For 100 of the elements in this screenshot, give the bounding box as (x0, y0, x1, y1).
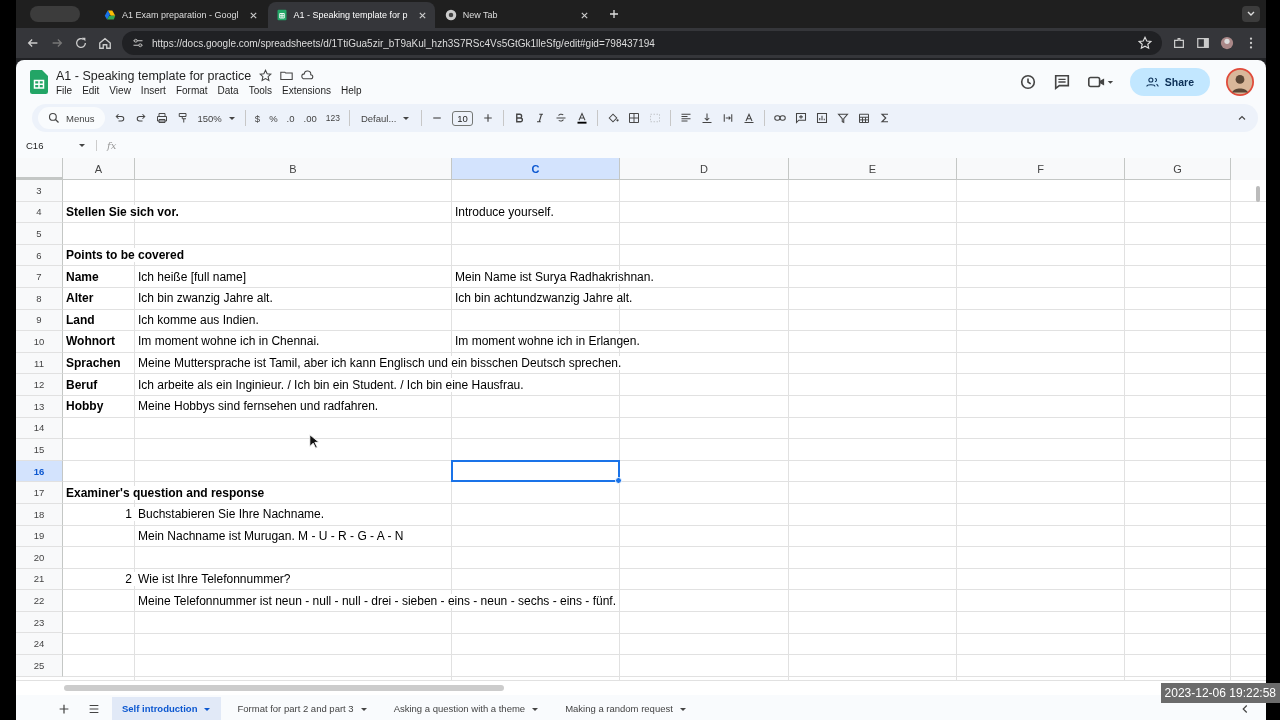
row-header[interactable]: 15 (16, 439, 63, 461)
vertical-align-icon[interactable] (700, 112, 713, 124)
reload-icon[interactable] (74, 36, 88, 50)
avatar[interactable] (1226, 68, 1254, 96)
font-size-field[interactable]: 10 (452, 110, 473, 126)
profile-icon[interactable] (1220, 36, 1234, 50)
name-box[interactable]: C16 (26, 139, 97, 151)
sheet-tab[interactable]: Making a random request (555, 696, 697, 720)
row-header[interactable]: 14 (16, 417, 63, 440)
close-icon[interactable] (417, 10, 427, 20)
text-color-icon[interactable] (575, 112, 588, 124)
menu-item[interactable]: Edit (82, 84, 100, 96)
folder-icon[interactable] (280, 69, 294, 82)
selected-cell[interactable] (451, 459, 620, 483)
row-header[interactable]: 22 (16, 590, 63, 612)
column-header[interactable]: G (1125, 158, 1231, 180)
percent-button[interactable]: % (269, 112, 278, 124)
column-header[interactable]: E (789, 158, 957, 180)
column-header[interactable]: A (63, 158, 135, 180)
insert-comment-icon[interactable] (794, 112, 807, 124)
home-icon[interactable] (98, 36, 112, 50)
chart-icon[interactable] (815, 112, 828, 124)
bookmark-star-icon[interactable] (1138, 36, 1152, 50)
row-header[interactable]: 5 (16, 223, 63, 245)
row-header[interactable]: 7 (16, 266, 63, 288)
menu-item[interactable]: Format (175, 84, 208, 96)
redo-icon[interactable] (134, 112, 147, 124)
font-dropdown[interactable]: Defaul... (360, 112, 411, 124)
print-icon[interactable] (155, 112, 168, 124)
row-header[interactable]: 25 (16, 655, 63, 677)
sheet-tab[interactable]: Asking a question with a theme (383, 696, 550, 720)
row-header[interactable]: 16 (16, 460, 63, 483)
site-settings-icon[interactable] (132, 37, 144, 49)
column-header[interactable]: F (957, 158, 1125, 180)
row-header[interactable]: 11 (16, 352, 63, 375)
column-header[interactable]: B (135, 158, 452, 180)
close-icon[interactable] (579, 10, 589, 20)
undo-icon[interactable] (113, 112, 126, 124)
fill-color-icon[interactable] (606, 112, 619, 124)
text-wrap-icon[interactable] (721, 112, 734, 124)
row-header[interactable]: 19 (16, 525, 63, 548)
document-title[interactable]: A1 - Speaking template for practice (56, 68, 252, 83)
number-format-button[interactable]: 123 (325, 113, 340, 123)
row-header[interactable]: 21 (16, 568, 63, 591)
browser-tab[interactable]: A1 Exam preparation - Googl (96, 2, 266, 28)
currency-button[interactable]: $ (254, 112, 261, 124)
sheet-tab[interactable]: Self introduction (112, 696, 222, 720)
menu-item[interactable]: Tools (248, 84, 273, 96)
row-header[interactable]: 20 (16, 547, 63, 569)
close-icon[interactable] (248, 10, 258, 20)
row-header[interactable]: 4 (16, 201, 63, 224)
menu-item[interactable]: Data (217, 84, 239, 96)
paint-format-icon[interactable] (176, 112, 189, 124)
address-field[interactable]: https://docs.google.com/spreadsheets/d/1TtiGua5zir_bT9aKul_hzh3S7RSc4Vs5GtGk1lleSfg/edit#gid=798437194 (122, 31, 1162, 55)
corner-cell[interactable] (16, 158, 63, 180)
borders-icon[interactable] (627, 112, 640, 124)
row-header[interactable]: 10 (16, 331, 63, 353)
comment-icon[interactable] (1052, 73, 1071, 91)
side-panel-icon[interactable] (1196, 36, 1210, 50)
zoom-dropdown[interactable]: 150% (197, 112, 236, 124)
menu-item[interactable]: Help (340, 84, 362, 96)
forward-icon[interactable] (50, 36, 64, 50)
menu-item[interactable]: View (109, 84, 131, 96)
sheets-logo-icon[interactable] (30, 70, 48, 94)
cloud-icon[interactable] (301, 69, 315, 82)
column-header[interactable]: D (620, 158, 789, 180)
history-icon[interactable] (1018, 73, 1037, 91)
menu-item[interactable]: File (56, 84, 73, 96)
row-header[interactable]: 13 (16, 395, 63, 418)
star-icon[interactable] (259, 69, 273, 82)
column-header[interactable]: C (452, 158, 620, 180)
row-header[interactable]: 17 (16, 482, 63, 504)
filter-icon[interactable] (836, 112, 849, 124)
row-header[interactable]: 23 (16, 611, 63, 634)
vertical-scrollbar[interactable] (1256, 186, 1260, 202)
row-header[interactable]: 6 (16, 244, 63, 267)
row-header[interactable]: 3 (16, 180, 63, 202)
menu-item[interactable]: Insert (140, 84, 166, 96)
decrease-decimal-button[interactable]: .0 (286, 112, 295, 124)
sheet-tab[interactable]: Format for part 2 and part 3 (227, 696, 378, 720)
plus-icon[interactable] (481, 112, 494, 124)
menu-item[interactable]: Extensions (282, 84, 331, 96)
new-tab-icon[interactable] (608, 9, 619, 19)
row-header[interactable]: 24 (16, 633, 63, 656)
align-icon[interactable] (679, 112, 692, 124)
link-icon[interactable] (773, 112, 786, 124)
extensions-icon[interactable] (1172, 36, 1186, 50)
text-rotation-icon[interactable] (742, 112, 755, 124)
row-header[interactable]: 12 (16, 374, 63, 396)
table-view-icon[interactable] (857, 112, 870, 124)
strikethrough-icon[interactable] (554, 112, 567, 124)
row-header[interactable]: 8 (16, 287, 63, 310)
tab-menu-icon[interactable] (1242, 6, 1260, 22)
row-header[interactable]: 18 (16, 503, 63, 526)
increase-decimal-button[interactable]: .00 (303, 112, 317, 124)
browser-tab[interactable]: A1 - Speaking template for p (267, 2, 435, 28)
share-button[interactable]: Share (1129, 68, 1210, 96)
sum-icon[interactable] (878, 112, 891, 124)
browser-tab[interactable]: New Tab (436, 2, 597, 28)
row-header[interactable]: 9 (16, 309, 63, 332)
